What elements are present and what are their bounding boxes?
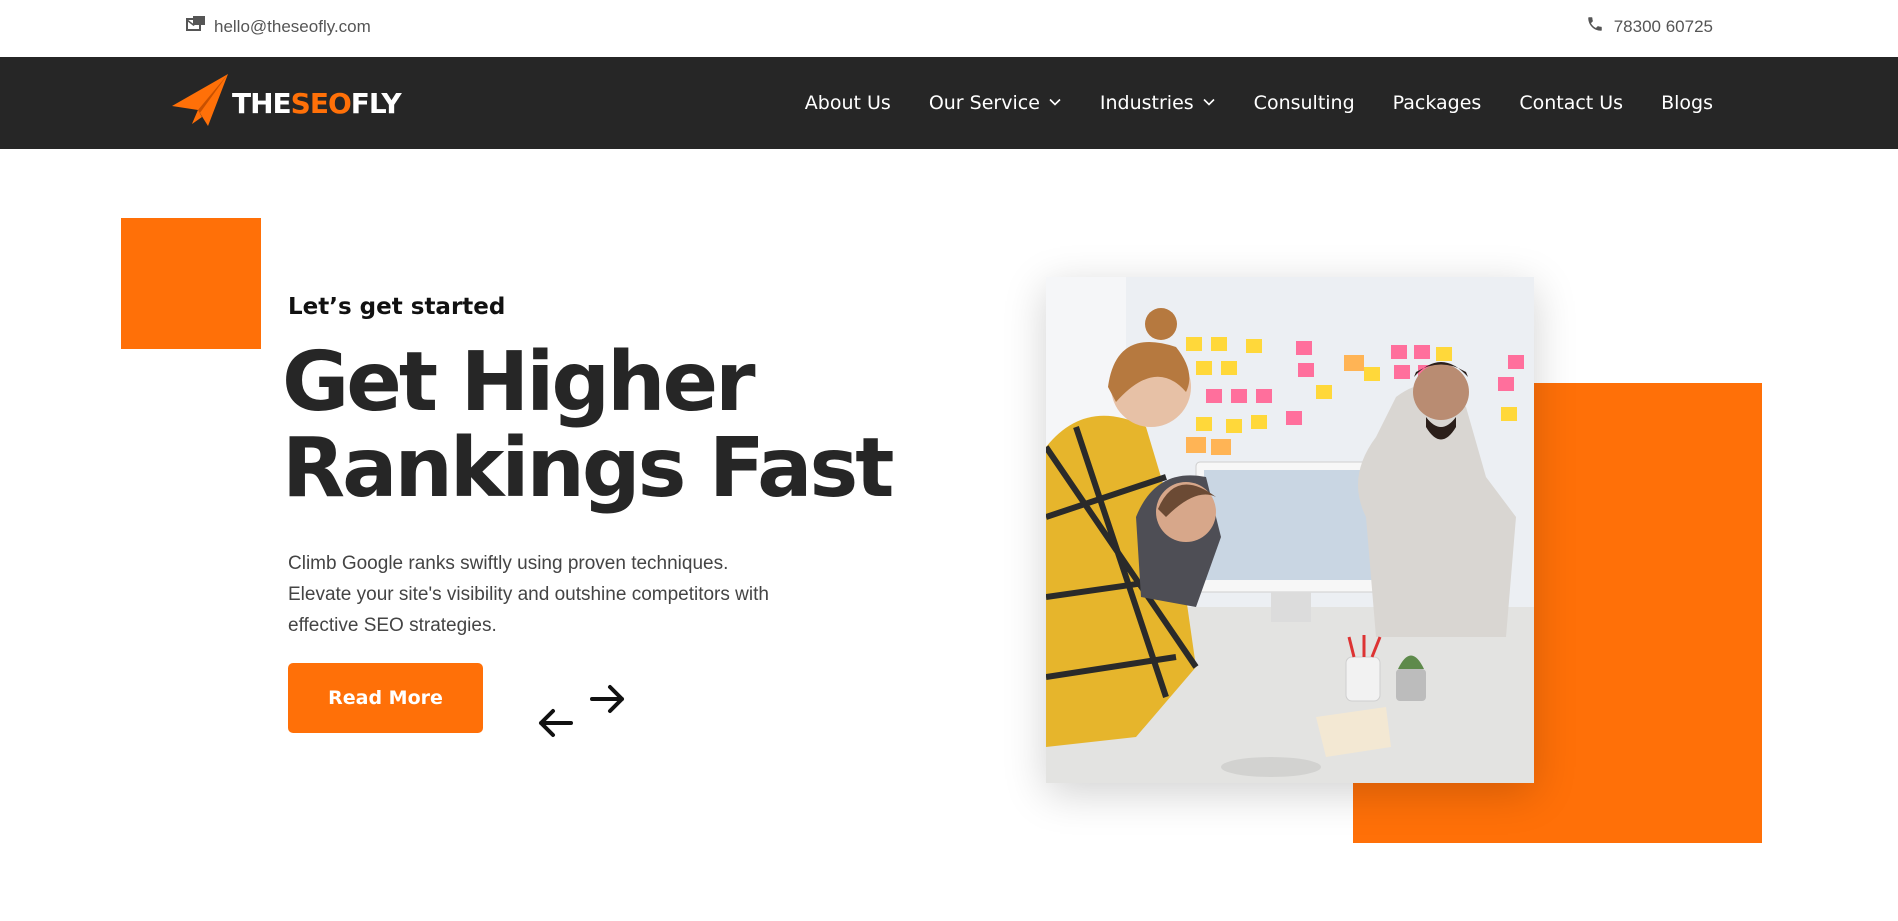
chevron-down-icon [1048,92,1062,114]
paper-plane-icon [168,70,230,137]
logo-text: THESEOFLY [232,86,402,120]
nav-packages[interactable]: Packages [1393,92,1482,114]
email-icon [186,15,206,38]
top-info-bar: hello@theseofly.com 78300 60725 [0,0,1898,57]
nav-label: Blogs [1661,92,1713,114]
nav-label: Packages [1392,92,1482,114]
nav-contact-us[interactable]: Contact Us [1519,92,1623,114]
read-more-button[interactable]: Read More [288,663,483,733]
nav-our-service[interactable]: Our Service [929,92,1062,114]
nav-label: Our Service [928,92,1040,114]
headline-line-2: Rankings Fast [282,421,894,516]
nav-about-us[interactable]: About Us [805,92,891,114]
nav-blogs[interactable]: Blogs [1661,92,1713,114]
nav-label: Consulting [1253,92,1355,114]
arrow-right-icon[interactable] [589,681,627,717]
site-logo[interactable]: THESEOFLY [168,70,402,137]
hero-eyebrow: Let’s get started [288,294,506,320]
email-link[interactable]: hello@theseofly.com [186,15,371,38]
arrow-left-icon[interactable] [536,705,574,741]
main-navbar: THESEOFLY About Us Our Service Industrie… [0,57,1898,149]
hero-description: Climb Google ranks swiftly using proven … [288,553,769,636]
hero-team-photo [1046,277,1534,783]
email-text: hello@theseofly.com [214,16,371,36]
nav-label: About Us [804,92,891,114]
phone-link[interactable]: 78300 60725 [1586,15,1713,38]
nav-industries[interactable]: Industries [1100,92,1216,114]
main-nav: About Us Our Service Industries Consulti… [805,57,1713,149]
chevron-down-icon [1202,92,1216,114]
phone-text: 78300 60725 [1613,16,1713,36]
decorative-orange-square [121,218,261,349]
headline-line-1: Get Higher [282,335,756,430]
nav-label: Contact Us [1519,92,1624,114]
nav-label: Industries [1099,92,1194,114]
nav-consulting[interactable]: Consulting [1254,92,1355,114]
hero-headline: Get Higher Rankings Fast [282,335,894,516]
phone-icon [1586,15,1604,38]
